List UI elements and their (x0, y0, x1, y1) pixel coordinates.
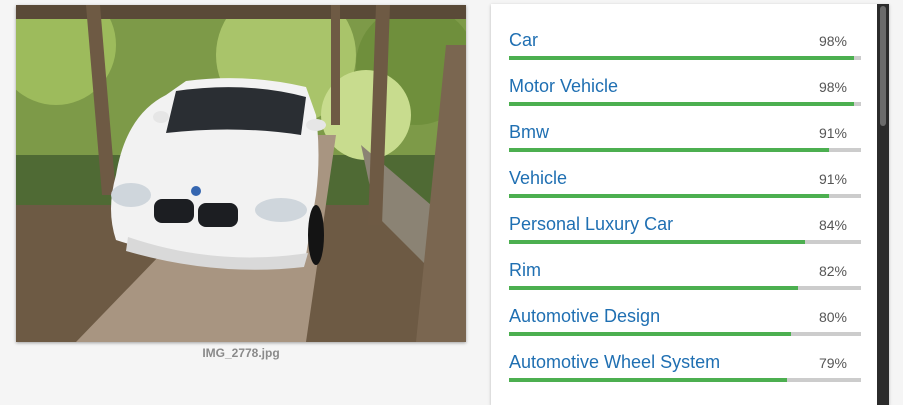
label-score: 91% (818, 171, 847, 187)
label-row: Rim 82% (509, 256, 861, 302)
score-bar-track (509, 148, 861, 152)
score-bar-track (509, 332, 861, 336)
scroll-thumb[interactable] (880, 6, 886, 126)
label-score: 82% (818, 263, 847, 279)
label-score: 80% (818, 309, 847, 325)
label-row: Personal Luxury Car 84% (509, 210, 861, 256)
score-bar-fill (509, 194, 830, 198)
image-caption: IMG_2778.jpg (202, 346, 280, 360)
score-bar-fill (509, 148, 830, 152)
labels-list: Car 98% Motor Vehicle 98% Bmw 91% Vehicle 91% Pe… (509, 26, 861, 394)
label-row: Vehicle 91% (509, 164, 861, 210)
score-bar-fill (509, 102, 854, 106)
scrollbar[interactable] (877, 4, 889, 405)
score-bar-track (509, 286, 861, 290)
label-score: 79% (818, 355, 847, 371)
label-score: 91% (818, 125, 847, 141)
label-score: 84% (818, 217, 847, 233)
label-row: Car 98% (509, 26, 861, 72)
label-row: Bmw 91% (509, 118, 861, 164)
label-row: Motor Vehicle 98% (509, 72, 861, 118)
label-name[interactable]: Motor Vehicle (509, 76, 618, 97)
label-name[interactable]: Bmw (509, 122, 549, 143)
label-name[interactable]: Rim (509, 260, 541, 281)
score-bar-track (509, 102, 861, 106)
car-photo (16, 5, 466, 342)
score-bar-fill (509, 286, 798, 290)
label-name[interactable]: Automotive Design (509, 306, 660, 327)
label-name[interactable]: Personal Luxury Car (509, 214, 673, 235)
label-row: Automotive Design 80% (509, 302, 861, 348)
label-name[interactable]: Car (509, 30, 538, 51)
score-bar-fill (509, 240, 805, 244)
score-bar-track (509, 194, 861, 198)
labels-panel: Car 98% Motor Vehicle 98% Bmw 91% Vehicle 91% Pe… (491, 4, 889, 405)
label-row: Automotive Wheel System 79% (509, 348, 861, 394)
label-name[interactable]: Vehicle (509, 168, 567, 189)
score-bar-track (509, 56, 861, 60)
score-bar-fill (509, 332, 791, 336)
label-score: 98% (818, 33, 847, 49)
photo (16, 5, 466, 342)
score-bar-track (509, 240, 861, 244)
score-bar-fill (509, 378, 788, 382)
score-bar-fill (509, 56, 854, 60)
score-bar-track (509, 378, 861, 382)
label-name[interactable]: Automotive Wheel System (509, 352, 720, 373)
label-score: 98% (818, 79, 847, 95)
